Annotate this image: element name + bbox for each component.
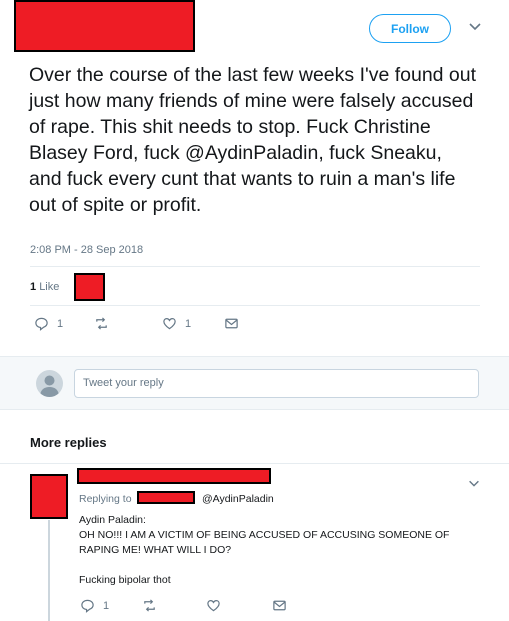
thread-connector (48, 520, 50, 621)
replying-to: Replying to (79, 493, 132, 505)
more-replies-heading: More replies (30, 435, 107, 450)
heart-icon (163, 318, 176, 330)
like-action[interactable] (206, 598, 221, 613)
dm-action[interactable] (224, 316, 239, 331)
reply-count: 1 (57, 317, 64, 330)
divider (0, 463, 509, 464)
reply-text: Aydin Paladin: OH NO!!! I AM A VICTIM OF… (79, 513, 479, 588)
dm-icon (225, 318, 238, 329)
redacted-author-name (14, 0, 195, 52)
redacted-mention[interactable] (137, 491, 195, 504)
replying-handle-wrap: @AydinPaladin (202, 493, 274, 505)
chevron-down-icon[interactable] (467, 18, 483, 34)
follow-button[interactable]: Follow (369, 14, 451, 43)
retweet-icon (96, 317, 107, 330)
divider (30, 266, 480, 267)
redacted-reply-avatar[interactable] (30, 474, 68, 519)
chevron-down-icon[interactable] (467, 476, 481, 490)
reply-line: Aydin Paladin: (79, 514, 146, 526)
reply-icon (81, 599, 94, 613)
reply-icon (35, 317, 48, 331)
reply-spacer (79, 558, 479, 573)
reply-action[interactable]: 1 (80, 598, 109, 613)
like-action[interactable]: 1 (162, 316, 191, 331)
reply-line: RAPING ME! WHAT WILL I DO? (79, 544, 232, 556)
replying-handle[interactable]: @AydinPaladin (202, 493, 274, 505)
reply-count: 1 (103, 599, 110, 612)
dm-action[interactable] (272, 598, 287, 613)
redacted-liker-avatar[interactable] (74, 273, 105, 301)
heart-icon (207, 600, 220, 612)
reply-line: OH NO!!! I AM A VICTIM OF BEING ACCUSED … (79, 529, 450, 541)
redacted-reply-author[interactable] (77, 468, 271, 484)
replying-prefix: Replying to (79, 493, 132, 505)
divider (30, 305, 480, 306)
retweet-action[interactable] (142, 598, 157, 613)
reply-input[interactable]: Tweet your reply (74, 369, 479, 398)
reply-action[interactable]: 1 (34, 316, 63, 331)
likes-label: Like (39, 281, 60, 293)
retweet-action[interactable] (94, 316, 109, 331)
like-count: 1 (185, 317, 192, 330)
default-avatar-icon (36, 370, 63, 397)
likes-stat[interactable]: 1 Like (30, 281, 59, 293)
tweet-text: Over the course of the last few weeks I'… (29, 64, 477, 216)
tweet-timestamp[interactable]: 2:08 PM - 28 Sep 2018 (30, 244, 143, 256)
likes-count: 1 (30, 281, 37, 293)
dm-icon (273, 600, 286, 611)
reply-line: Fucking bipolar thot (79, 574, 171, 586)
retweet-icon (144, 599, 155, 612)
